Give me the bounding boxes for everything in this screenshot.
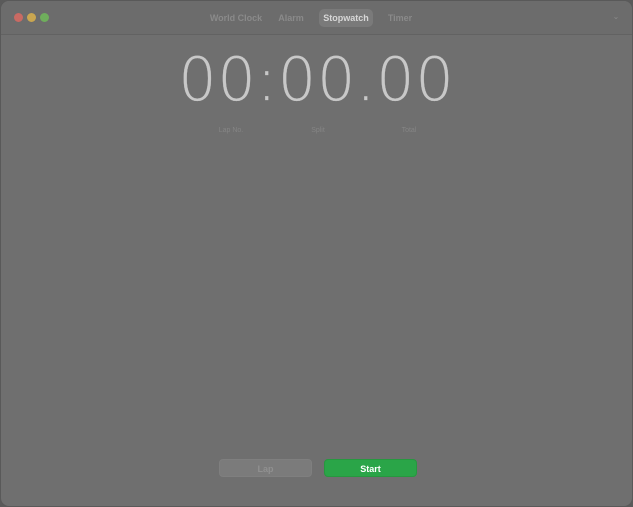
chevron-down-icon[interactable]: ⌄ xyxy=(612,13,620,21)
stopwatch-window: World Clock Alarm Stopwatch Timer ⌄ 00:0… xyxy=(0,0,633,507)
stopwatch-time-display: 00:00.00 xyxy=(178,45,455,115)
tab-world-clock[interactable]: World Clock xyxy=(207,9,265,27)
tab-stopwatch[interactable]: Stopwatch xyxy=(319,9,373,27)
tab-bar: World Clock Alarm Stopwatch Timer xyxy=(1,9,632,27)
lap-button[interactable]: Lap xyxy=(219,459,312,477)
total-header: Total xyxy=(401,127,417,134)
lap-table-header: Lap No. Split Total xyxy=(1,127,632,139)
split-header: Split xyxy=(311,127,325,134)
start-button[interactable]: Start xyxy=(324,459,417,477)
lap-number-header: Lap No. xyxy=(218,127,244,134)
title-bar: World Clock Alarm Stopwatch Timer ⌄ xyxy=(1,1,632,35)
tab-alarm[interactable]: Alarm xyxy=(271,9,311,27)
tab-timer[interactable]: Timer xyxy=(383,9,417,27)
